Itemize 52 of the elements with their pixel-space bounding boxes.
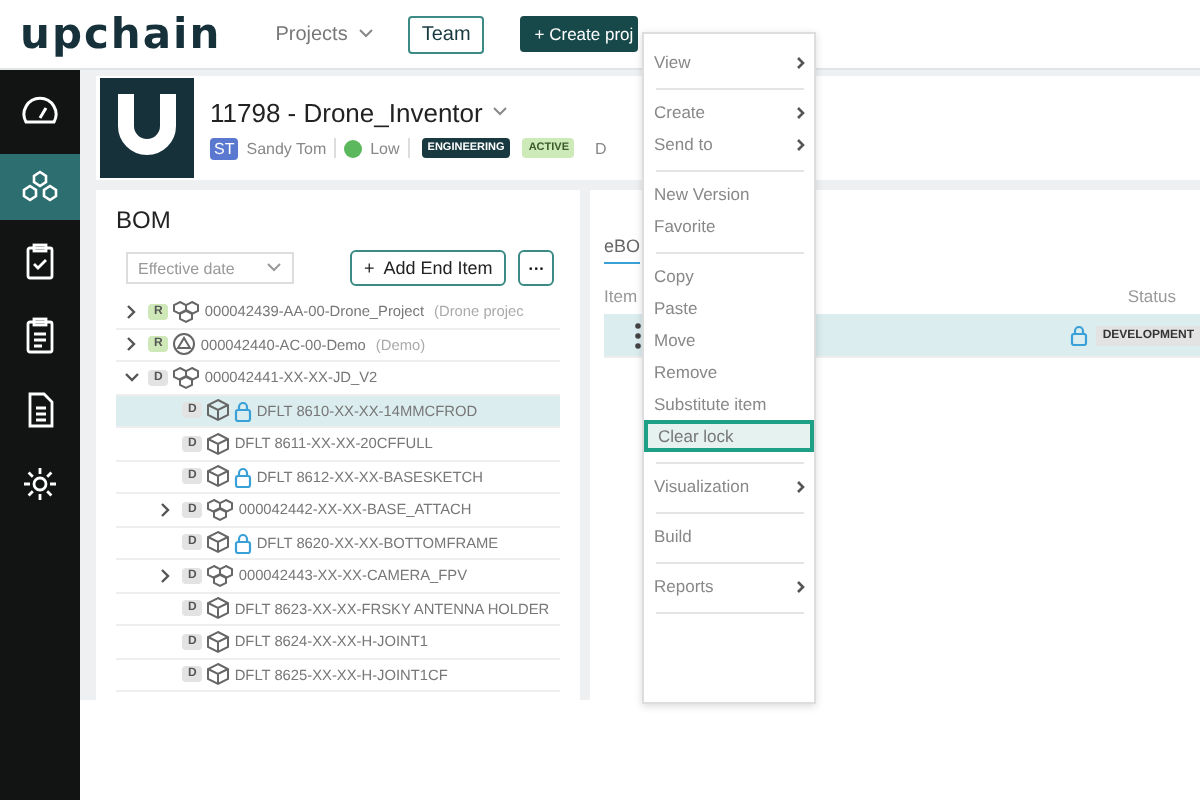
effective-date-select[interactable]: Effective date [126, 252, 294, 284]
priority-label: Low [370, 139, 400, 157]
add-end-item-button[interactable]: + Add End Item [350, 250, 507, 286]
caret-icon [357, 28, 374, 40]
menu-item[interactable]: Build [644, 520, 814, 552]
cube-icon [206, 464, 231, 489]
date-label: D [594, 139, 607, 157]
assembly-icon [206, 497, 235, 522]
settings-icon [20, 463, 60, 503]
projects-menu[interactable]: Projects [275, 23, 374, 45]
hexagon-cluster-icon [20, 167, 60, 207]
menu-item[interactable]: Send to [644, 128, 814, 160]
panel-title: BOM [116, 206, 173, 234]
menu-item[interactable]: Create [644, 96, 814, 128]
column-header: Item [604, 286, 638, 306]
expand-icon[interactable] [158, 501, 174, 518]
create-project-button[interactable]: + Create proj [520, 16, 638, 52]
expand-icon[interactable] [124, 336, 140, 353]
menu-item[interactable]: Clear lock [644, 420, 814, 452]
app-logo[interactable]: upchain [20, 10, 222, 58]
circle-shape-icon [172, 332, 197, 357]
cube-icon [206, 596, 231, 621]
project-title: 11798 - Drone_Inventor [210, 97, 483, 127]
menu-item[interactable]: View [644, 46, 814, 78]
expand-icon[interactable] [124, 303, 140, 320]
ebom-tab[interactable]: eBO [604, 236, 641, 264]
owner-avatar: ST [210, 137, 239, 159]
menu-item[interactable]: Substitute item [644, 388, 814, 420]
menu-item[interactable]: Favorite [644, 210, 814, 242]
cube-icon [206, 398, 231, 423]
menu-item[interactable]: New Version [644, 178, 814, 210]
more-button[interactable]: ··· [518, 250, 555, 286]
menu-item[interactable]: Remove [644, 356, 814, 388]
assembly-icon [206, 563, 235, 588]
cube-icon [206, 530, 231, 555]
kebab-icon[interactable] [634, 321, 642, 349]
menu-item[interactable]: Move [644, 324, 814, 356]
assembly-icon [172, 299, 201, 324]
expand-icon[interactable] [158, 567, 174, 584]
collapse-icon[interactable] [124, 369, 140, 386]
caret-icon [266, 262, 282, 274]
cube-icon [206, 629, 231, 654]
cube-icon [206, 662, 231, 687]
caret-icon[interactable] [492, 106, 509, 118]
owner-name: Sandy Tom [246, 139, 327, 157]
cube-icon [206, 431, 231, 456]
column-header: Status [1127, 286, 1176, 306]
team-button[interactable]: Team [407, 15, 485, 53]
menu-item[interactable]: Reports [644, 570, 814, 602]
menu-item[interactable]: Copy [644, 260, 814, 292]
menu-item[interactable]: Visualization [644, 470, 814, 502]
assembly-icon [172, 365, 201, 390]
